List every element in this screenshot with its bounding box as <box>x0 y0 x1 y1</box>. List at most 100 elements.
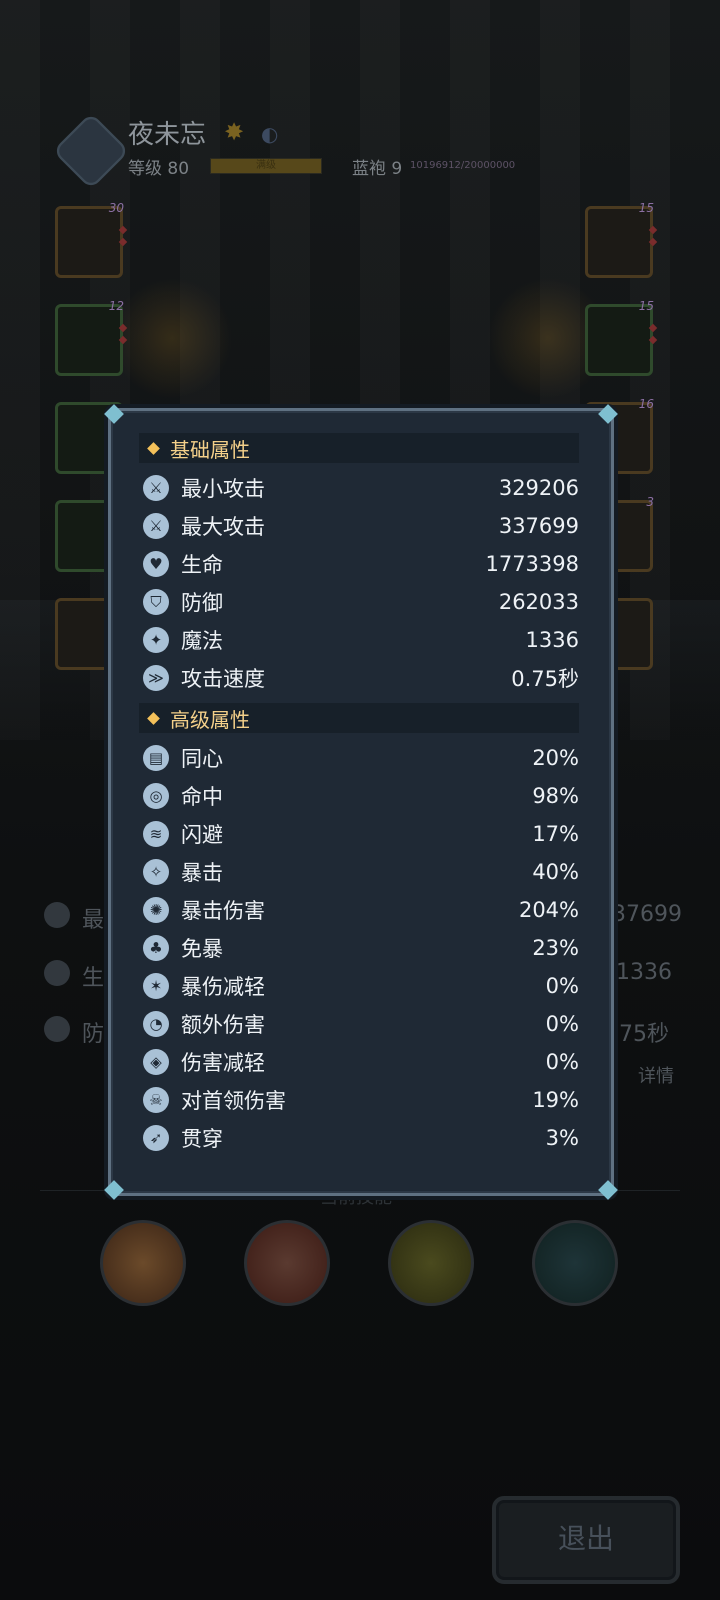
stat-value: 98% <box>532 784 579 808</box>
bg-stat-label: 防 <box>82 1022 105 1047</box>
bg-stat-value: .75秒 <box>612 1022 669 1047</box>
bg-stat-label: 最 <box>82 908 105 933</box>
stat-row: ⚔ 最大攻击 337699 <box>139 507 579 545</box>
diamond-icon <box>147 441 160 455</box>
rank-label: 蓝袍 9 <box>352 159 403 179</box>
stat-value: 0% <box>545 1050 579 1074</box>
stat-row: ⛉ 防御 262033 <box>139 583 579 621</box>
stat-row: ◈ 伤害减轻 0% <box>139 1043 579 1081</box>
bg-stat-value: 1336 <box>616 960 672 985</box>
level-bar: 满级 <box>210 158 322 174</box>
slot-level: 12 <box>108 299 124 313</box>
crit-icon: ✧ <box>143 859 169 885</box>
equip-slot-helmet[interactable]: 30 <box>55 201 128 278</box>
slot-level: 15 <box>638 201 654 215</box>
extra-damage-icon: ◔ <box>143 1011 169 1037</box>
sword-icon: ⚔ <box>143 475 169 501</box>
fire-burst-icon[interactable] <box>100 1220 186 1306</box>
stat-value: 40% <box>532 860 579 884</box>
scroll-icon: ▤ <box>143 745 169 771</box>
stat-label: 对首领伤害 <box>181 1089 286 1113</box>
stat-row: ♥ 生命 1773398 <box>139 545 579 583</box>
stat-row: ➶ 贯穿 3% <box>139 1119 579 1157</box>
bubbles-icon[interactable] <box>388 1220 474 1306</box>
stat-value: 0% <box>545 974 579 998</box>
section-title: 高级属性 <box>170 707 250 732</box>
stat-row: ✺ 暴击伤害 204% <box>139 891 579 929</box>
attribute-panel: 基础属性 ⚔ 最小攻击 329206 ⚔ 最大攻击 337699 ♥ 生命 1773398 ⛉ 防御… <box>104 404 618 1200</box>
shield-icon <box>44 1016 70 1042</box>
player-name: 夜未忘 <box>128 120 207 150</box>
reduce-crit-icon: ✶ <box>143 973 169 999</box>
stat-label: 闪避 <box>181 823 223 847</box>
stat-value: 1336 <box>525 628 579 652</box>
stat-value: 262033 <box>498 590 579 614</box>
heart-icon <box>44 960 70 986</box>
stat-label: 同心 <box>181 747 223 771</box>
section-title: 基础属性 <box>170 437 250 462</box>
stat-value: 329206 <box>498 476 579 500</box>
stat-value: 19% <box>532 1088 579 1112</box>
speed-icon: ≫ <box>143 665 169 691</box>
stat-value: 0.75秒 <box>511 667 579 691</box>
rank-emblem-icon <box>52 112 130 190</box>
crossed-axes-icon[interactable] <box>244 1220 330 1306</box>
stat-value: 204% <box>518 898 579 922</box>
sword-icon: ⚔ <box>143 513 169 539</box>
stat-row: ≫ 攻击速度 0.75秒 <box>139 659 579 697</box>
slot-level: 30 <box>108 201 124 215</box>
stat-row: ✧ 暴击 40% <box>139 853 579 891</box>
stat-value: 20% <box>532 746 579 770</box>
bg-stat-label: 生 <box>82 966 105 991</box>
attribute-list[interactable]: 基础属性 ⚔ 最小攻击 329206 ⚔ 最大攻击 337699 ♥ 生命 1773398 ⛉ 防御… <box>139 433 579 1173</box>
equip-slot-armor[interactable]: 12 <box>55 299 128 376</box>
exp-text: 10196912/20000000 <box>410 160 516 171</box>
stat-label: 最小攻击 <box>181 477 265 501</box>
shield-icon: ⛉ <box>143 589 169 615</box>
stat-label: 免暴 <box>181 937 223 961</box>
stat-row: ☠ 对首领伤害 19% <box>139 1081 579 1119</box>
heart-icon: ♥ <box>143 551 169 577</box>
stat-label: 命中 <box>181 785 223 809</box>
stat-value: 337699 <box>498 514 579 538</box>
shield-drop-icon[interactable] <box>532 1220 618 1306</box>
player-header: 夜未忘 ✸ ◐ 等级 80 满级 蓝袍 9 10196912/20000000 <box>52 112 656 192</box>
stat-value: 3% <box>545 1126 579 1150</box>
slot-level: 15 <box>638 299 654 313</box>
dodge-icon: ≋ <box>143 821 169 847</box>
stat-row: ▤ 同心 20% <box>139 739 579 777</box>
section-header-advanced: 高级属性 <box>139 703 579 733</box>
slot-level: 16 <box>638 397 654 411</box>
target-icon: ◎ <box>143 783 169 809</box>
pierce-icon: ➶ <box>143 1125 169 1151</box>
stat-value: 23% <box>532 936 579 960</box>
sword-icon <box>44 902 70 928</box>
stat-row: ✶ 暴伤减轻 0% <box>139 967 579 1005</box>
equip-slot-ring[interactable]: 15 <box>585 299 658 376</box>
stat-row: ♣ 免暴 23% <box>139 929 579 967</box>
detail-link[interactable]: 详情 <box>638 1062 674 1088</box>
magic-icon: ✦ <box>143 627 169 653</box>
diamond-icon <box>147 711 160 725</box>
stat-value: 1773398 <box>485 552 579 576</box>
mushroom-icon: ♣ <box>143 935 169 961</box>
stat-label: 暴击伤害 <box>181 899 265 923</box>
stat-value: 0% <box>545 1012 579 1036</box>
stat-label: 暴伤减轻 <box>181 975 265 999</box>
exit-button[interactable]: 退出 <box>492 1496 680 1584</box>
stat-label: 攻击速度 <box>181 667 265 691</box>
equip-slot-weapon[interactable]: 15 <box>585 201 658 278</box>
boss-icon: ☠ <box>143 1087 169 1113</box>
stat-label: 生命 <box>181 553 223 577</box>
stat-row: ✦ 魔法 1336 <box>139 621 579 659</box>
section-header-basic: 基础属性 <box>139 433 579 463</box>
slot-level: 3 <box>646 495 654 509</box>
stat-row: ◎ 命中 98% <box>139 777 579 815</box>
stat-row: ⚔ 最小攻击 329206 <box>139 469 579 507</box>
stat-label: 贯穿 <box>181 1127 223 1151</box>
level-label: 等级 80 <box>128 159 190 179</box>
moon-icon: ◐ <box>261 122 279 146</box>
stat-value: 17% <box>532 822 579 846</box>
stat-row: ◔ 额外伤害 0% <box>139 1005 579 1043</box>
stat-label: 防御 <box>181 591 223 615</box>
